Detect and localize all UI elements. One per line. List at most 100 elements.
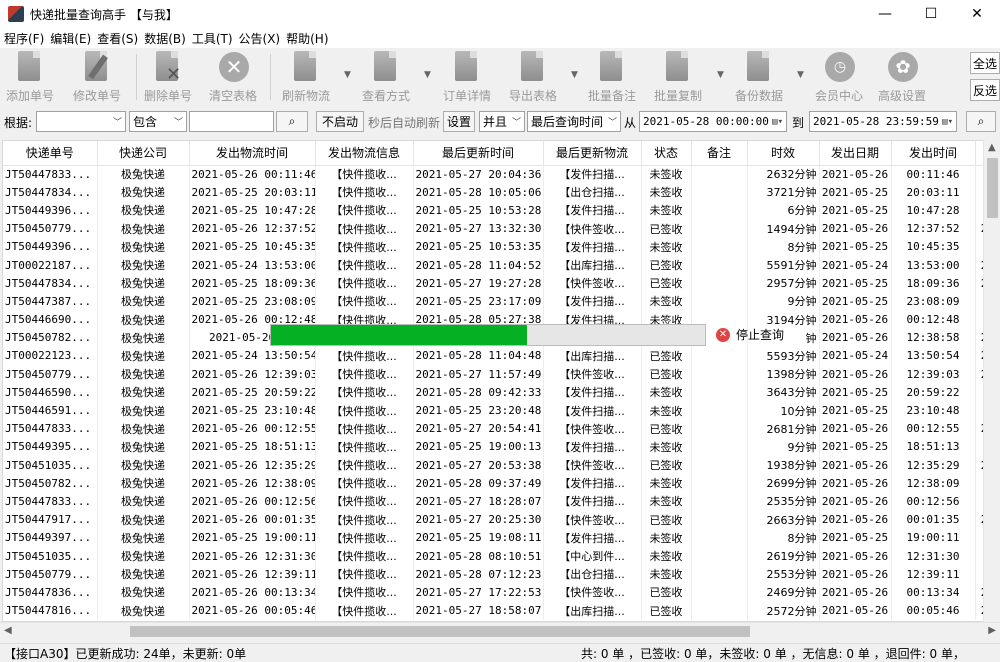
table-row[interactable]: JT50447917... 极兔快递 2021-05-26 00:01:35 【快件揽… — [3, 510, 994, 529]
backup-data-button[interactable]: 备份数据 — [735, 50, 783, 104]
table-row[interactable]: JT50447833... 极兔快递 2021-05-26 00:12:55 【快件揽… — [3, 419, 994, 438]
stop-query-button[interactable]: ✕ 停止查询 — [716, 326, 784, 343]
advanced-settings-button[interactable]: ✿ 高级设置 — [878, 50, 926, 104]
date-search-button[interactable]: ⌕ — [966, 111, 996, 132]
table-row[interactable]: JT50451035... 极兔快递 2021-05-26 12:31:30 【快件揽… — [3, 546, 994, 566]
table-row[interactable]: JT50450779... 极兔快递 2021-05-26 12:39:11 【快件揽… — [3, 565, 994, 584]
column-header[interactable]: 最后更新时间 — [413, 141, 544, 166]
table-row[interactable]: JT50450782... 极兔快递 2021-05-26 12:38:09 【快件揽… — [3, 474, 994, 493]
table-cell: 【快件揽收... — [315, 546, 414, 566]
menu-tools[interactable]: 工具(T) — [192, 30, 233, 47]
search-input[interactable] — [189, 111, 274, 132]
clear-table-button[interactable]: ✕ 清空表格 — [209, 50, 257, 104]
column-header[interactable]: 快递公司 — [97, 141, 190, 166]
chevron-down-icon[interactable]: ▼ — [571, 70, 578, 80]
table-row[interactable]: JT50447833... 极兔快递 2021-05-26 00:12:56 【快件揽… — [3, 492, 994, 511]
table-cell: 【快件揽收... — [315, 383, 414, 402]
chevron-down-icon[interactable]: ▼ — [344, 70, 351, 80]
table-row[interactable]: JT50449396... 极兔快递 2021-05-25 10:45:35 【快件揽… — [3, 237, 994, 256]
batch-copy-button[interactable]: 批量复制 — [654, 50, 702, 104]
column-header[interactable]: 发出物流时间 — [189, 141, 316, 166]
column-header[interactable]: 发出时间 — [891, 141, 976, 166]
match-mode-select[interactable]: 包含 ﹀ — [129, 111, 187, 132]
table-row[interactable]: JT50449396... 极兔快递 2021-05-25 10:47:28 【快件揽… — [3, 201, 994, 220]
table-row[interactable]: JT50449395... 极兔快递 2021-05-25 18:51:13 【快件揽… — [3, 437, 994, 456]
column-header[interactable]: 时效 — [747, 141, 820, 166]
auto-refresh-toggle[interactable]: 不启动 — [316, 111, 364, 132]
table-cell: JT50450779... — [3, 365, 98, 384]
chevron-down-icon[interactable]: ▼ — [717, 70, 724, 80]
column-header[interactable]: 快递单号 — [3, 141, 98, 166]
filter-field-select[interactable]: ﹀ — [36, 111, 126, 132]
scroll-left-icon[interactable]: ◀ — [4, 625, 12, 636]
column-header[interactable]: 发出物流信息 — [315, 141, 414, 166]
table-cell: 【发件扫描... — [543, 165, 642, 184]
table-row[interactable]: JT50447816... 极兔快递 2021-05-26 00:05:46 【快件揽… — [3, 601, 994, 620]
to-date-picker[interactable]: 2021-05-28 23:59:59 ▤▾ — [809, 111, 957, 132]
chevron-down-icon[interactable]: ▼ — [797, 70, 804, 80]
chevron-down-icon[interactable]: ▼ — [424, 70, 431, 80]
table-row[interactable]: JT50447836... 极兔快递 2021-05-26 00:13:34 【快件揽… — [3, 583, 994, 602]
menu-view[interactable]: 查看(S) — [97, 30, 138, 47]
table-cell — [691, 419, 748, 438]
view-mode-button[interactable]: 查看方式 — [362, 50, 410, 104]
scroll-up-icon[interactable]: ▲ — [988, 142, 996, 153]
table-cell: JT50447834... — [3, 183, 98, 202]
table-cell: 20:59:22 — [891, 383, 976, 402]
member-center-button[interactable]: ◷ 会员中心 — [815, 50, 863, 104]
add-tracking-button[interactable]: 添加单号 — [6, 50, 54, 104]
table-row[interactable]: JT50449397... 极兔快递 2021-05-25 19:00:11 【快件揽… — [3, 528, 994, 547]
table-cell: JT00022123... — [3, 346, 98, 366]
batch-copy-label: 批量复制 — [654, 89, 703, 103]
logic-select[interactable]: 并且 ﹀ — [479, 111, 525, 132]
horizontal-scroll-thumb[interactable] — [130, 626, 750, 637]
search-button[interactable]: ⌕ — [276, 111, 308, 132]
menu-program[interactable]: 程序(F) — [4, 30, 44, 47]
table-row[interactable]: JT50446590... 极兔快递 2021-05-25 20:59:22 【快件揽… — [3, 383, 994, 402]
edit-tracking-button[interactable]: 修改单号 — [73, 50, 121, 104]
table-row[interactable]: JT50450779... 极兔快递 2021-05-26 12:37:52 【快件揽… — [3, 219, 994, 238]
menu-edit[interactable]: 编辑(E) — [50, 30, 91, 47]
add-tracking-label: 添加单号 — [6, 89, 55, 103]
refresh-logistics-button[interactable]: 刷新物流 — [282, 50, 330, 104]
horizontal-scrollbar[interactable]: ◀ ▶ — [0, 622, 1000, 639]
table-row[interactable]: JT50446591... 极兔快递 2021-05-25 23:10:48 【快件揽… — [3, 401, 994, 420]
table-cell: 【快件签收... — [543, 219, 642, 238]
menu-data[interactable]: 数据(B) — [144, 30, 186, 47]
menu-help[interactable]: 帮助(H) — [286, 30, 328, 47]
table-row[interactable]: JT50447833... 极兔快递 2021-05-26 00:11:46 【快件揽… — [3, 165, 994, 184]
menu-announcement[interactable]: 公告(X) — [239, 30, 281, 47]
batch-note-button[interactable]: 批量备注 — [588, 50, 636, 104]
table-row[interactable]: JT50451035... 极兔快递 2021-05-26 12:35:29 【快件揽… — [3, 456, 994, 475]
column-header[interactable]: 状态 — [641, 141, 692, 166]
time-field-select[interactable]: 最后查询时间 ﹀ — [527, 111, 621, 132]
table-row[interactable]: JT00022123... 极兔快递 2021-05-24 13:50:54 【快件揽… — [3, 346, 994, 366]
table-cell: 【发件扫描... — [543, 401, 642, 420]
minimize-button[interactable]: — — [862, 0, 908, 28]
export-table-button[interactable]: 导出表格 — [509, 50, 557, 104]
table-row[interactable]: JT50447834... 极兔快递 2021-05-25 18:09:36 【快件揽… — [3, 274, 994, 293]
table-cell: 2681分钟 — [747, 419, 820, 438]
app-window: 快递批量查询高手 【与我】 — ☐ ✕ 程序(F) 编辑(E) 查看(S) 数据… — [0, 0, 1000, 662]
scroll-right-icon[interactable]: ▶ — [988, 625, 996, 636]
settings-button[interactable]: 设置 — [443, 111, 475, 132]
delete-tracking-button[interactable]: ✕ 删除单号 — [144, 50, 192, 104]
close-button[interactable]: ✕ — [954, 0, 1000, 28]
vertical-scroll-thumb[interactable] — [987, 158, 998, 218]
column-header[interactable]: 备注 — [691, 141, 748, 166]
table-cell: 2021-05-28 11:04:52 — [413, 255, 544, 275]
vertical-scrollbar[interactable]: ▲ — [983, 140, 1000, 622]
table-row[interactable]: JT50447387... 极兔快递 2021-05-25 23:08:09 【快件揽… — [3, 292, 994, 311]
column-header[interactable]: 发出日期 — [819, 141, 892, 166]
maximize-button[interactable]: ☐ — [908, 0, 954, 28]
column-header[interactable]: 最后更新物流 — [543, 141, 642, 166]
order-detail-button[interactable]: 订单详情 — [443, 50, 491, 104]
table-row[interactable]: JT00022187... 极兔快递 2021-05-24 13:53:00 【快件揽… — [3, 255, 994, 275]
table-cell: 2572分钟 — [747, 601, 820, 620]
from-date-picker[interactable]: 2021-05-28 00:00:00 ▤▾ — [639, 111, 787, 132]
table-row[interactable]: JT50447834... 极兔快递 2021-05-25 20:03:11 【快件揽… — [3, 183, 994, 202]
select-all-button[interactable]: 全选 — [970, 52, 1000, 74]
invert-selection-button[interactable]: 反选 — [970, 79, 1000, 101]
table-row[interactable]: JT50450779... 极兔快递 2021-05-26 12:39:03 【快件揽… — [3, 365, 994, 384]
table-cell: 2021-05-26 — [819, 601, 892, 620]
